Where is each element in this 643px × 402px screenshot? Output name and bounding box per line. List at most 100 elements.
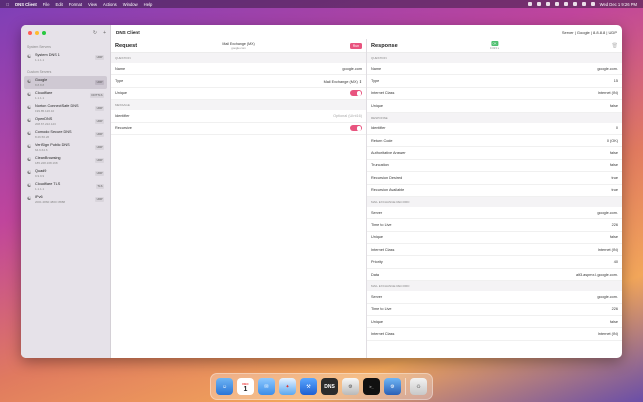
main-area: DNS Client Server | Google | 8.8.8.8 | U…: [111, 25, 622, 358]
panes: Request Mail Exchange (MX) google.com Ru…: [111, 39, 622, 358]
type-select[interactable]: Mail Exchange (MX) ⇕: [324, 79, 362, 84]
title-bar: DNS Client Server | Google | 8.8.8.8 | U…: [111, 25, 622, 39]
menu-actions[interactable]: Actions: [103, 2, 117, 7]
response-row: Time to Live 226: [367, 219, 622, 232]
menu-file[interactable]: File: [43, 2, 50, 7]
recursive-row: Recursive: [111, 123, 366, 135]
trash-dock-icon[interactable]: ♻: [410, 378, 427, 395]
row-value: Internet (IN): [597, 247, 618, 252]
row-value: 0: [615, 126, 618, 131]
sidebar-item-norton[interactable]: ☯ Norton ConnectSafe DNS 199.85.126.10 U…: [24, 102, 107, 115]
row-value: 0 (OK): [606, 138, 618, 143]
trash-icon[interactable]: 🗑: [612, 43, 618, 49]
sidebar-toolbar: ↻ +: [93, 30, 106, 36]
instruments-icon[interactable]: ⚙: [342, 378, 359, 395]
tray-mic-icon[interactable]: [545, 2, 550, 6]
sidebar-item-quad9[interactable]: ☯ Quad9 9.9.9.9 UDP: [24, 167, 107, 180]
zoom-window-button[interactable]: [42, 31, 46, 35]
row-key: Time to Live: [371, 222, 392, 227]
row-key: Data: [371, 272, 380, 277]
response-row: Unique false: [367, 316, 622, 329]
tray-wifi-icon[interactable]: [572, 2, 577, 6]
sidebar-item-cleanbrowsing[interactable]: ☯ CleanBrowsing 185.228.168.168 UDP: [24, 154, 107, 167]
menu-window[interactable]: Window: [123, 2, 138, 7]
response-row: Internet Class Internet (IN): [367, 244, 622, 257]
response-pane: Response OK 0.023 s 🗑 QUESTION Name googl…: [367, 39, 622, 358]
server-address: 1.1.1.1: [35, 95, 45, 100]
server-icon: ☯: [27, 183, 32, 189]
close-window-button[interactable]: [28, 31, 32, 35]
tray-search-icon[interactable]: [581, 2, 586, 6]
apple-menu-icon[interactable]: : [6, 2, 9, 7]
server-icon: ☯: [27, 144, 32, 150]
row-value: google.com.: [597, 66, 618, 71]
row-value: 226: [611, 222, 618, 227]
menu-bar:  DNS Client File Edit Format View Actio…: [0, 0, 643, 8]
dns-client-dock-icon[interactable]: DNS: [321, 378, 338, 395]
refresh-icon[interactable]: ↻: [93, 30, 97, 36]
xcode-icon[interactable]: ⚒: [300, 378, 317, 395]
question-section-header: QUESTION: [111, 53, 366, 63]
server-info: Server | Google | 8.8.8.8 | UDP: [561, 29, 617, 35]
menu-clock[interactable]: Wed Dec 1 9:26 PM: [600, 2, 637, 7]
minimize-window-button[interactable]: [35, 31, 39, 35]
menu-help[interactable]: Help: [144, 2, 153, 7]
sidebar-item-system-dns-1[interactable]: ☯ System DNS 1 1.1.1.1 UDP: [24, 51, 107, 64]
response-status: OK 0.023 s: [490, 41, 499, 50]
unique-toggle[interactable]: [350, 90, 362, 97]
protocol-badge: UDP: [95, 106, 104, 111]
safari-icon[interactable]: ✦: [279, 378, 296, 395]
server-address: 199.85.126.10: [35, 108, 55, 113]
identifier-input[interactable]: Optional (UInt16): [333, 114, 362, 118]
terminal-icon[interactable]: >_: [363, 378, 380, 395]
tray-chat-icon[interactable]: [536, 2, 541, 6]
row-key: Server: [371, 210, 383, 215]
sidebar-item-opendns[interactable]: ☯ OpenDNS 208.67.222.123 UDP: [24, 115, 107, 128]
tray-play-icon[interactable]: [554, 2, 559, 6]
sidebar-item-ipv6[interactable]: ☯ IPv6 2001:4860:4860::8888 UDP: [24, 193, 107, 206]
server-address: 185.228.168.168: [35, 160, 58, 165]
request-title: Request: [115, 42, 138, 49]
simulator-icon[interactable]: ⚙: [384, 378, 401, 395]
name-input[interactable]: google.com: [342, 67, 362, 71]
row-key: Authoritative Answer: [371, 151, 406, 156]
system-servers-header: System Servers: [27, 45, 51, 49]
menu-edit[interactable]: Edit: [56, 2, 63, 7]
row-value: false: [609, 319, 618, 324]
sidebar-item-cloudflare-tls[interactable]: ☯ Cloudflare TLS 1.1.1.1 TLS: [24, 180, 107, 193]
menu-format[interactable]: Format: [69, 2, 82, 7]
protocol-badge: UDP: [95, 145, 104, 150]
request-pane: Request Mail Exchange (MX) google.com Ru…: [111, 39, 367, 358]
menu-view[interactable]: View: [88, 2, 97, 7]
response-title: Response: [371, 42, 398, 49]
row-value: 40: [613, 260, 618, 265]
response-row: Unique false: [367, 232, 622, 245]
recursive-toggle[interactable]: [350, 125, 362, 132]
row-value: Internet (IN): [597, 332, 618, 337]
server-icon: ☯: [27, 92, 32, 98]
server-icon: ☯: [27, 118, 32, 124]
response-row: Type 15: [367, 75, 622, 88]
sidebar-item-verisign[interactable]: ☯ VeriSign Public DNS 64.6.64.6 UDP: [24, 141, 107, 154]
sidebar-item-google[interactable]: ☯ Google 8.8.8.8 UDP: [24, 76, 107, 89]
tray-control-center-icon[interactable]: [590, 2, 595, 6]
server-address: 1.1.1.1: [35, 186, 45, 191]
row-key: Internet Class: [371, 332, 395, 337]
row-key: Return Code: [371, 138, 393, 143]
calendar-icon[interactable]: DEC 1: [237, 378, 254, 395]
tray-battery-icon[interactable]: [563, 2, 568, 6]
dns-dock-label: DNS: [324, 383, 335, 390]
response-row: Identifier 0: [367, 123, 622, 135]
add-server-icon[interactable]: +: [103, 30, 106, 36]
tray-app-icon[interactable]: [527, 2, 532, 6]
row-key: Type: [371, 79, 380, 84]
menu-app-name[interactable]: DNS Client: [15, 2, 37, 7]
finder-icon[interactable]: ☺: [216, 378, 233, 395]
server-icon: ☯: [27, 54, 32, 60]
server-icon: ☯: [27, 157, 32, 163]
server-address: 9.9.9.9: [35, 173, 45, 178]
run-button[interactable]: Run: [349, 42, 362, 49]
sidebar-item-cloudflare[interactable]: ☯ Cloudflare 1.1.1.1 DOTTLS: [24, 89, 107, 102]
mail-icon[interactable]: ✉: [258, 378, 275, 395]
sidebar-item-comodo[interactable]: ☯ Comodo Secure DNS 8.26.56.26 UDP: [24, 128, 107, 141]
